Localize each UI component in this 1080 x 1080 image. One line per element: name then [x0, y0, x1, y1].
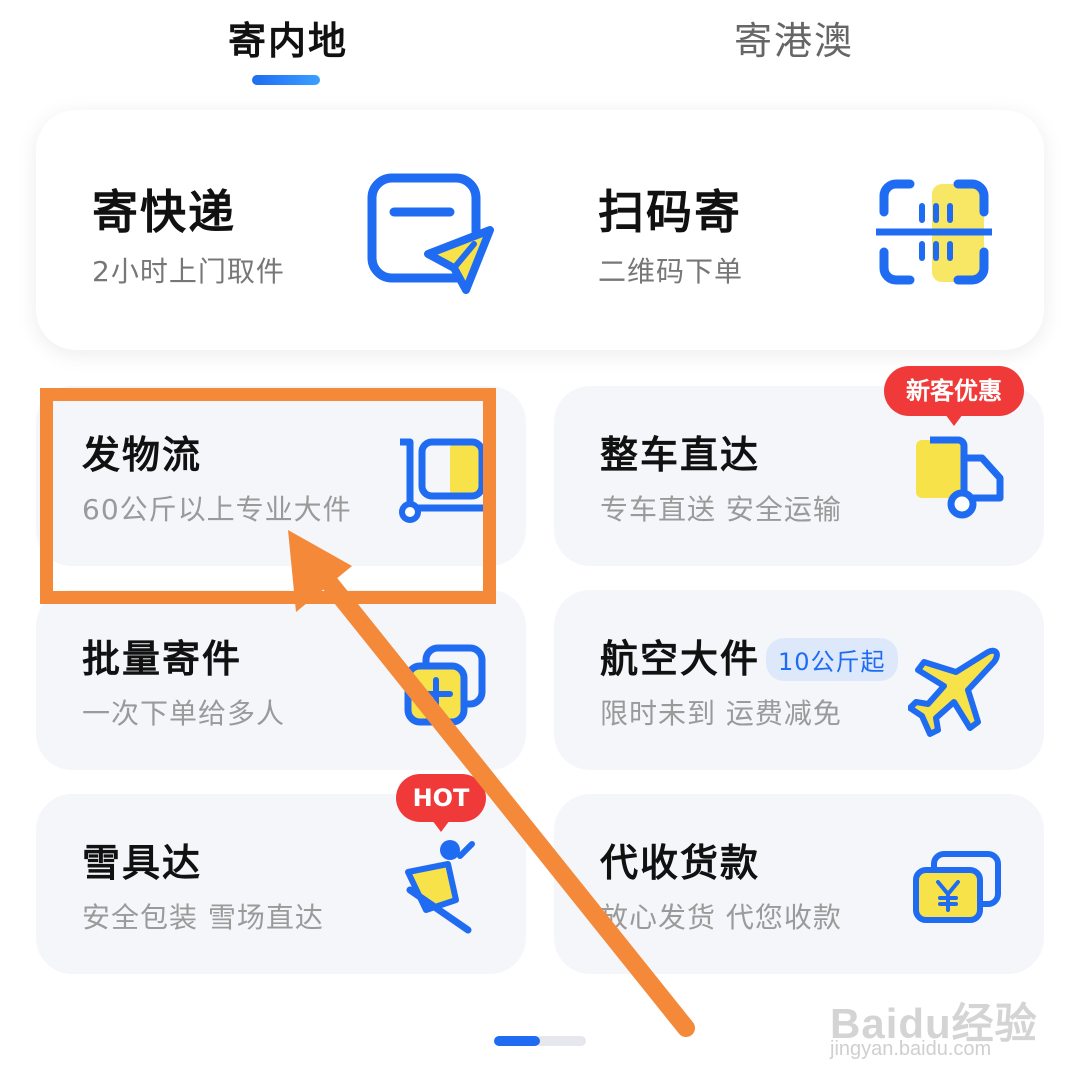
- tab-indicator: [252, 75, 320, 85]
- truck-icon: [916, 436, 1004, 519]
- batch-send-card[interactable]: 批量寄件 一次下单给多人: [36, 590, 526, 770]
- pager-active-dot: [494, 1036, 540, 1046]
- air-freight-card[interactable]: 航空大件 10公斤起 限时未到 运费减免: [554, 590, 1044, 770]
- batch-add-icon: [404, 644, 486, 726]
- pager-inactive-dot: [536, 1036, 586, 1046]
- badge-tail: [945, 414, 963, 426]
- badge-tail: [432, 820, 450, 832]
- ski-gear-sub: 安全包装 雪场直达: [82, 901, 324, 934]
- watermark-url: jingyan.baidu.com: [830, 1038, 992, 1060]
- truck-sub: 专车直送 安全运输: [600, 493, 842, 526]
- ski-gear-title: 雪具达: [82, 841, 203, 885]
- hot-badge-label: HOT: [412, 784, 470, 812]
- main-services-card: 寄快递 2小时上门取件 扫码寄 二维码下单: [36, 110, 1044, 350]
- scan-send-button[interactable]: 扫码寄 二维码下单: [540, 110, 1044, 350]
- hot-badge: HOT: [396, 774, 486, 832]
- cod-title: 代收货款: [600, 841, 761, 885]
- scan-code-icon: [876, 179, 992, 285]
- send-express-title: 寄快递: [92, 185, 236, 239]
- watermark: Baidu经验 jingyan.baidu.com: [830, 990, 1038, 1060]
- batch-send-title: 批量寄件: [82, 637, 243, 681]
- scan-send-sub: 二维码下单: [598, 255, 744, 288]
- send-express-sub: 2小时上门取件: [92, 255, 285, 288]
- cod-sub: 放心发货 代您收款: [600, 901, 842, 934]
- airplane-icon: [908, 647, 1000, 737]
- scan-send-title: 扫码寄: [598, 185, 742, 239]
- air-freight-title: 航空大件: [600, 637, 761, 681]
- highlight-box: [40, 388, 496, 604]
- truck-title: 整车直达: [600, 433, 761, 477]
- tab-hk-macau[interactable]: 寄港澳: [734, 10, 854, 65]
- snowboard-icon: [405, 840, 475, 934]
- send-plane-icon: [367, 173, 494, 294]
- tab-mainland[interactable]: 寄内地: [228, 10, 348, 65]
- yen-money-icon: [913, 851, 1001, 923]
- send-express-button[interactable]: 寄快递 2小时上门取件: [36, 110, 540, 350]
- air-freight-sub: 限时未到 运费减免: [600, 697, 842, 730]
- min-weight-tag: 10公斤起: [766, 638, 898, 681]
- new-customer-badge-label: 新客优惠: [906, 377, 1002, 405]
- batch-send-sub: 一次下单给多人: [82, 697, 286, 730]
- cod-card[interactable]: 代收货款 放心发货 代您收款: [554, 794, 1044, 974]
- new-customer-badge: 新客优惠: [884, 366, 1024, 426]
